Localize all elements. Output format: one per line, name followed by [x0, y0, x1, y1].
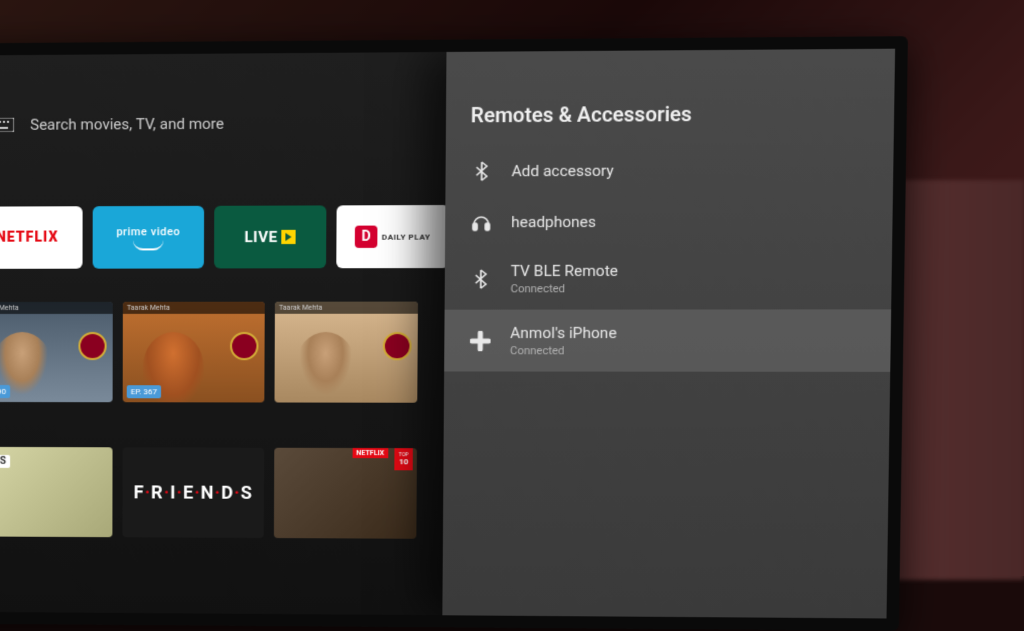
thumb-show-label: Taarak Mehta: [275, 302, 418, 314]
smile-icon: [133, 240, 163, 250]
accessory-label: TV BLE Remote: [511, 262, 618, 281]
accessory-headphones[interactable]: headphones: [445, 195, 893, 247]
accessory-text: headphones: [511, 213, 596, 232]
thumb-show-label: Taarak Mehta: [0, 302, 113, 314]
app-daily-play[interactable]: D DAILY PLAY: [336, 205, 449, 268]
thumb-badge: [230, 332, 259, 360]
tv-frame: Search movies, TV, and more NETFLIX prim…: [0, 36, 908, 631]
thumbnail[interactable]: Taarak Mehta EP. 367: [123, 302, 265, 403]
app-label: LIVE: [244, 228, 277, 246]
content-row-2: F·R·I·E·N·D·S NETFLIX TOP10: [0, 447, 417, 539]
thumbnail-kids[interactable]: [0, 447, 113, 537]
settings-panel: Remotes & Accessories Add accessory head…: [442, 49, 895, 619]
accessory-ble-remote[interactable]: TV BLE Remote Connected: [445, 247, 893, 310]
accessory-label: Add accessory: [511, 161, 613, 180]
accessory-status: Connected: [510, 344, 617, 357]
play-icon: [282, 230, 296, 244]
headphones-icon: [470, 211, 493, 233]
accessory-text: Add accessory: [511, 161, 613, 180]
thumbnail[interactable]: Taarak Mehta EP. 790: [0, 302, 113, 402]
app-live[interactable]: LIVE: [214, 205, 326, 268]
thumbnail[interactable]: Taarak Mehta: [274, 302, 417, 403]
app-label: prime video: [116, 225, 180, 238]
search-row[interactable]: Search movies, TV, and more: [0, 115, 224, 134]
content-row-1: Taarak Mehta EP. 790 Taarak Mehta EP. 36…: [0, 302, 418, 403]
friends-logo: F·R·I·E·N·D·S: [134, 482, 253, 504]
thumb-episode: EP. 367: [127, 385, 161, 398]
netflix-badge: NETFLIX: [352, 448, 388, 458]
accessory-status: Connected: [511, 282, 618, 295]
panel-title: Remotes & Accessories: [446, 49, 895, 146]
app-badge: D: [355, 226, 378, 248]
bluetooth-icon: [469, 267, 492, 289]
accessory-text: Anmol's iPhone Connected: [510, 324, 617, 358]
accessory-text: TV BLE Remote Connected: [511, 262, 619, 296]
accessory-add[interactable]: Add accessory: [445, 144, 893, 197]
thumbnail[interactable]: NETFLIX TOP10: [274, 448, 417, 539]
app-label: NETFLIX: [0, 229, 58, 245]
thumb-badge: [383, 332, 412, 360]
app-row: NETFLIX prime video LIVE D DAILY PLAY: [0, 205, 449, 269]
search-placeholder: Search movies, TV, and more: [30, 115, 224, 134]
thumb-show-label: Taarak Mehta: [123, 302, 265, 314]
keyboard-icon: [0, 117, 14, 133]
thumbnail-friends[interactable]: F·R·I·E·N·D·S: [122, 447, 264, 538]
app-prime-video[interactable]: prime video: [93, 206, 204, 269]
tv-screen: Search movies, TV, and more NETFLIX prim…: [0, 49, 895, 619]
app-label: DAILY PLAY: [382, 232, 431, 241]
top10-badge: TOP10: [394, 448, 413, 470]
app-netflix[interactable]: NETFLIX: [0, 206, 83, 269]
accessory-iphone[interactable]: Anmol's iPhone Connected: [444, 309, 891, 372]
bluetooth-icon: [470, 160, 493, 183]
thumb-person: [295, 332, 357, 403]
accessory-label: headphones: [511, 213, 596, 232]
gamepad-icon: [469, 329, 492, 351]
thumb-episode: EP. 790: [0, 385, 10, 398]
thumb-badge: [78, 332, 106, 360]
accessory-label: Anmol's iPhone: [510, 324, 617, 342]
